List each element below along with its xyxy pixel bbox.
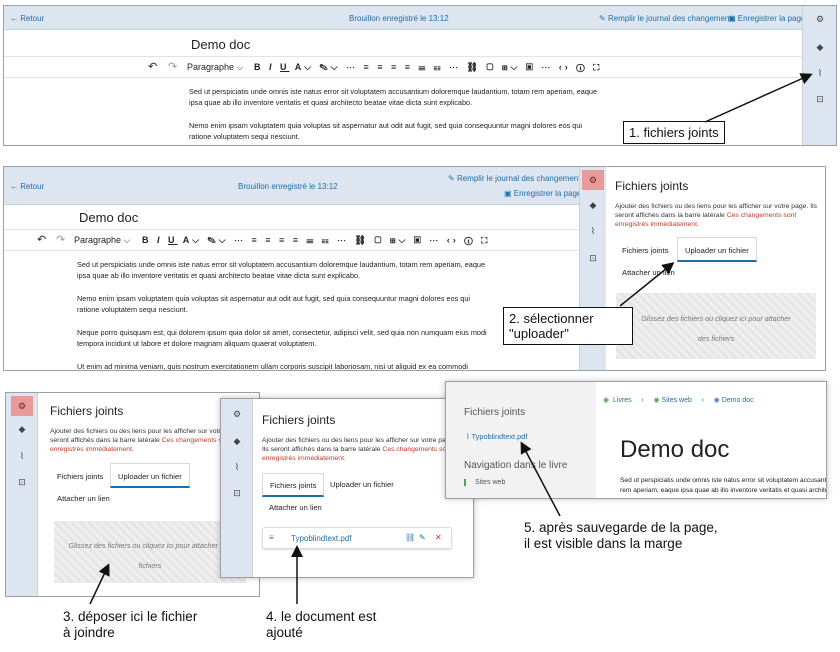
save-button[interactable]: ▣ Enregistrer la page xyxy=(728,14,805,23)
tab-attach-link[interactable]: Attacher un lien xyxy=(50,489,117,508)
tag-icon[interactable]: ◆ xyxy=(11,424,33,435)
tag-icon[interactable]: ◆ xyxy=(809,42,831,53)
template-icon[interactable]: ⊡ xyxy=(11,477,33,488)
caption-step4: 4. le document est ajouté xyxy=(266,609,377,640)
changelog-button[interactable]: ✎ Remplir le journal des changements xyxy=(448,174,585,183)
link-icon[interactable]: ⛓ xyxy=(405,533,415,542)
paperclip-icon[interactable]: ⌇ xyxy=(809,68,831,79)
editor-sidebar: ⚙ ◆ ⌇ ⊡ xyxy=(802,6,836,145)
tab-attached-files[interactable]: Fichiers joints xyxy=(262,473,325,497)
tab-upload-file[interactable]: Uploader un fichier xyxy=(323,475,401,494)
breadcrumb: ◉ Livres › ◉ Sites web › ◉ Demo doc xyxy=(603,397,754,404)
changelog-button[interactable]: ✎ Remplir le journal des changements xyxy=(599,14,736,23)
editor-sidebar: ⚙ ◆ ⌇ ⊡ xyxy=(221,399,253,577)
screenshot-step2: ← Retour Brouillon enregistré le 13:12 ✎… xyxy=(3,166,826,371)
attachments-title: Fichiers joints xyxy=(615,179,689,193)
redo-icon[interactable]: ↷ xyxy=(168,60,177,73)
paperclip-icon: ⌇ xyxy=(466,432,470,441)
book-navigation-title: Navigation dans le livre xyxy=(464,460,568,471)
delete-icon[interactable]: ✕ xyxy=(435,533,442,542)
editor-toolbar: ↶ ↷ Paragraphe ⌵ B I U A⌵ ✎⌵ ⋯ ≡ ≡ ≡ ≡ ☰… xyxy=(4,229,579,251)
save-button[interactable]: ▣ Enregistrer la page xyxy=(504,189,581,198)
editor-topbar: ← Retour Brouillon enregistré le 13:12 ✎… xyxy=(4,6,805,30)
editor-sidebar: ⚙ ◆ ⌇ ⊡ xyxy=(6,393,38,596)
gear-icon[interactable]: ⚙ xyxy=(809,14,831,25)
editor-paragraph-3: Neque porro quisquam est, qui dolorem ip… xyxy=(77,328,487,348)
book-nav-item[interactable]: Sites web xyxy=(464,479,505,486)
paperclip-icon[interactable]: ⌇ xyxy=(226,462,248,473)
attachments-panel: Fichiers joints Ajouter des fichiers ou … xyxy=(253,399,473,577)
editor-toolbar: ↶ ↷ ⁠Paragraphe ⌵ B I U A⌵ ✎⌵ ⋯ ≡ ≡ ≡ ≡ … xyxy=(4,56,802,78)
tab-attach-link[interactable]: Attacher un lien xyxy=(262,498,329,517)
editor-paragraph-1: Sed ut perspiciatis unde omnis iste natu… xyxy=(77,260,486,280)
editor-paragraph-1: Sed ut perspiciatis unde omnis iste natu… xyxy=(189,87,598,107)
drag-handle-icon[interactable]: ≡ xyxy=(269,533,274,542)
tab-attach-link[interactable]: Attacher un lien xyxy=(615,263,682,282)
tag-icon[interactable]: ◆ xyxy=(582,200,604,211)
screenshot-step5: ◉ Livres › ◉ Sites web › ◉ Demo doc Fich… xyxy=(445,381,827,499)
undo-icon[interactable]: ↶ xyxy=(148,60,157,73)
sidebar-file-link[interactable]: ⌇ Typoblindtext.pdf xyxy=(466,432,527,441)
edit-icon[interactable]: ✎ xyxy=(419,533,426,542)
caption-step3: 3. déposer ici le fichier à joindre xyxy=(63,609,198,640)
published-heading: Demo doc xyxy=(620,436,730,463)
back-link[interactable]: ← Retour xyxy=(10,182,44,191)
editor-paragraph-2: Nemo enim ipsam voluptatem quia voluptas… xyxy=(189,121,583,141)
paperclip-icon[interactable]: ⌇ xyxy=(11,451,33,462)
editor-paragraph-2: Nemo enim ipsam voluptatem quia voluptas… xyxy=(77,294,471,314)
format-select[interactable]: ⁠Paragraphe ⌵ xyxy=(187,62,243,73)
attached-file-name[interactable]: Typoblindtext.pdf xyxy=(291,534,351,543)
gear-icon[interactable]: ⚙ xyxy=(11,396,33,416)
attachments-title: Fichiers joints xyxy=(262,413,336,427)
undo-icon[interactable]: ↶ xyxy=(37,233,46,246)
template-icon[interactable]: ⊡ xyxy=(582,253,604,264)
file-dropzone[interactable]: Glissez des fichiers ou cliquez ici pour… xyxy=(54,521,246,583)
sidebar-attachments-title: Fichiers joints xyxy=(464,407,526,418)
attached-file-row: ≡ Typoblindtext.pdf ⛓ ✎ ✕ xyxy=(262,527,452,549)
screenshot-step4: ⚙ ◆ ⌇ ⊡ Fichiers joints Ajouter des fich… xyxy=(220,398,474,578)
shelf-icon: ◉ xyxy=(653,397,660,404)
file-dropzone[interactable]: Glissez des fichiers ou cliquez ici pour… xyxy=(616,293,816,359)
back-link[interactable]: ← Retour xyxy=(10,14,44,23)
published-content: Demo doc Sed ut perspiciatis unde omnis … xyxy=(596,414,827,498)
doc-title[interactable]: Demo doc xyxy=(79,210,138,225)
gear-icon[interactable]: ⚙ xyxy=(582,170,604,190)
attachments-description: Ajouter des fichiers ou des liens pour l… xyxy=(615,203,817,228)
published-body: Sed ut perspiciatis unde omnis iste natu… xyxy=(620,477,827,494)
paperclip-icon[interactable]: ⌇ xyxy=(582,226,604,237)
tab-upload-file[interactable]: Uploader un fichier xyxy=(110,463,190,488)
books-icon: ◉ xyxy=(603,397,610,404)
tab-attached-files[interactable]: Fichiers joints xyxy=(615,241,675,260)
callout-step2: 2. sélectionner "uploader" xyxy=(503,307,633,345)
format-buttons[interactable]: B I U A⌵ ✎⌵ ⋯ ≡ ≡ ≡ ≡ ☰ ☷ ⋯ ⛓ ▢ ⊞⌵ ▣ ⋯ ‹… xyxy=(254,62,602,73)
redo-icon[interactable]: ↷ xyxy=(56,233,65,246)
attachments-description: Ajouter des fichiers ou des liens pour l… xyxy=(262,437,456,462)
template-icon[interactable]: ⊡ xyxy=(809,94,831,105)
caption-step5: 5. après sauvegarde de la page, il est v… xyxy=(524,520,718,551)
editor-topbar: ← Retour Brouillon enregistré le 13:12 ✎… xyxy=(4,167,585,205)
attachments-panel: Fichiers joints Ajouter des fichiers ou … xyxy=(606,167,825,370)
gear-icon[interactable]: ⚙ xyxy=(226,409,248,420)
template-icon[interactable]: ⊡ xyxy=(226,488,248,499)
editor-paragraph-4: Ut enim ad minima veniam, quis nostrum e… xyxy=(77,362,468,371)
draft-status: Brouillon enregistré le 13:12 xyxy=(349,14,449,23)
format-buttons[interactable]: B I U A⌵ ✎⌵ ⋯ ≡ ≡ ≡ ≡ ☰ ☷ ⋯ ⛓ ▢ ⊞⌵ ▣ ⋯ ‹… xyxy=(142,235,490,246)
page-icon: ◉ xyxy=(713,397,720,404)
tag-icon[interactable]: ◆ xyxy=(226,436,248,447)
format-select[interactable]: Paragraphe ⌵ xyxy=(74,235,130,246)
tab-upload-file[interactable]: Uploader un fichier xyxy=(677,237,757,262)
callout-step1: 1. fichiers joints xyxy=(623,121,725,144)
tab-attached-files[interactable]: Fichiers joints xyxy=(50,467,110,486)
doc-title[interactable]: Demo doc xyxy=(191,37,250,52)
attachments-title: Fichiers joints xyxy=(50,404,124,418)
draft-status: Brouillon enregistré le 13:12 xyxy=(238,182,338,191)
